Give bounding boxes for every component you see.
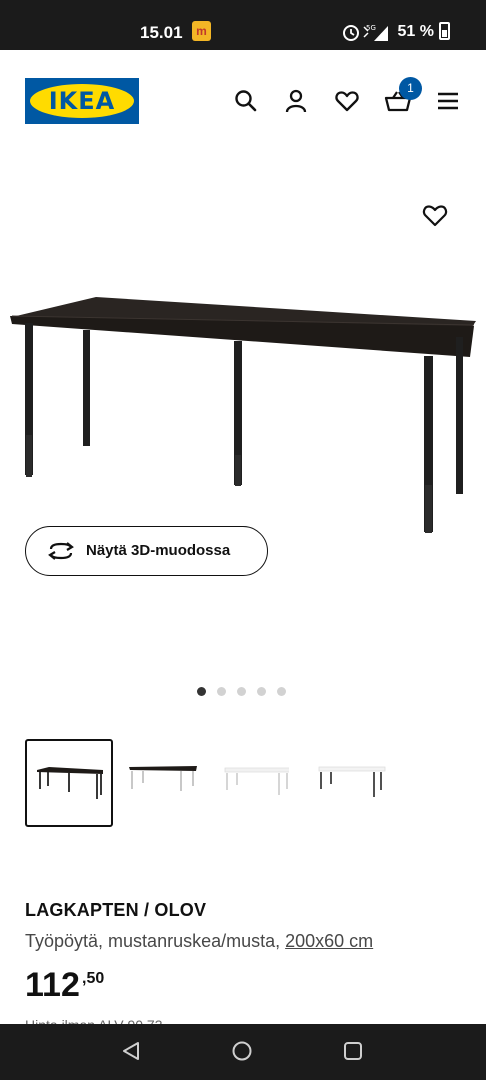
thumbnail-4[interactable] [289,739,386,827]
carousel-dot[interactable] [257,687,266,696]
home-icon[interactable] [231,1040,253,1062]
product-description: Työpöytä, mustanruskea/musta, 200x60 cm [25,931,373,952]
account-icon[interactable] [283,88,309,114]
alarm-signal-icons: 5G [343,24,388,41]
status-time: 15.01 [140,23,183,42]
price-decimals: ,50 [82,970,105,987]
add-to-favourites-icon[interactable] [421,201,449,229]
thumbnail-table-white [224,767,292,795]
price-main: 112 [25,966,80,1004]
system-nav-bar [0,1024,486,1080]
heart-icon[interactable] [334,88,360,114]
thumbnail-2[interactable] [113,739,201,827]
carousel-dot[interactable] [197,687,206,696]
carousel-dot[interactable] [217,687,226,696]
thumbnail-table-black [37,767,103,799]
description-text: Työpöytä, mustanruskea/musta, [25,931,286,951]
ikea-logo[interactable]: IKEA [25,78,139,124]
battery-percent: 51 % [397,23,434,40]
battery-icon [439,22,450,40]
menu-icon[interactable] [436,88,460,114]
thumbnail-3[interactable] [201,739,292,827]
carousel-dots [197,683,297,696]
product-info: LAGKAPTEN / OLOV Työpöytä, mustanruskea/… [25,900,465,1033]
size-link[interactable]: 200x60 cm [285,931,373,951]
product-image[interactable] [0,285,486,545]
view-3d-button[interactable]: Näytä 3D-muodossa [25,526,268,576]
thumbnail-table-white-black [318,766,386,797]
thumbnail-table-black-white [129,766,197,791]
logo-text: IKEA [48,87,116,115]
search-icon[interactable] [233,88,259,114]
app-notification-icon: m [192,21,211,41]
rotate-3d-icon [48,542,74,560]
thumbnail-1[interactable] [25,739,113,827]
cart-count-badge: 1 [399,77,422,100]
recents-icon[interactable] [342,1040,364,1062]
carousel-dot[interactable] [237,687,246,696]
status-bar: 15.01 m 5G 51 % [0,0,486,50]
thumbnail-strip [25,739,465,829]
site-header: IKEA 1 [0,50,486,150]
svg-text:5G: 5G [366,24,376,32]
product-name[interactable]: LAGKAPTEN / OLOV [25,900,465,921]
back-icon[interactable] [120,1040,142,1062]
carousel-dot[interactable] [277,687,286,696]
view-3d-label: Näytä 3D-muodossa [86,542,231,559]
